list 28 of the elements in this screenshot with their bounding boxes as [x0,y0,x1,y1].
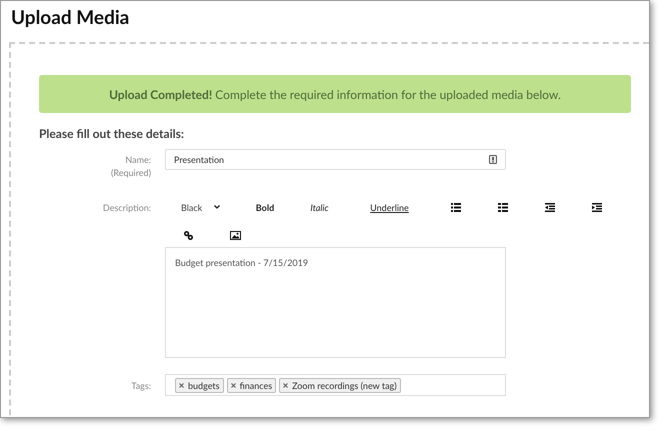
name-field[interactable]: Presentation [165,149,506,170]
tags-field[interactable]: budgets finances Zoom recordings (new tag) [165,374,506,396]
tag-chip[interactable]: finances [226,378,276,392]
remove-icon[interactable] [283,382,288,388]
field-label: Description: [102,201,151,214]
caret-icon [214,205,220,209]
remove-icon[interactable] [179,382,184,388]
required-note: (Required) [110,166,151,179]
window-title: Upload Media [10,5,130,31]
field-label: Tags: [131,379,151,392]
list-icon [450,202,460,212]
field-label: Name: [125,153,151,166]
section-heading: Please fill out these details: [39,126,185,141]
outdent-icon [544,202,554,212]
color-dropdown[interactable]: Black [165,197,238,217]
italic-button[interactable]: Italic [292,197,347,217]
list-icon [498,202,508,212]
tag-chip[interactable]: Zoom recordings (new tag) [279,378,401,392]
remove-icon[interactable] [230,382,236,388]
underline-button[interactable]: Underline [347,197,432,217]
image-icon [230,230,241,240]
description-field[interactable]: Budget presentation - 7/15/2019 [165,247,506,358]
bold-button[interactable]: Bold [238,197,292,217]
warning-icon [489,155,497,164]
indent-icon [592,202,602,212]
link-icon [184,230,193,240]
tag-chip[interactable]: budgets [175,378,224,392]
alert-message: Upload Completed! Complete the required information for the uploaded media below. [109,86,561,102]
